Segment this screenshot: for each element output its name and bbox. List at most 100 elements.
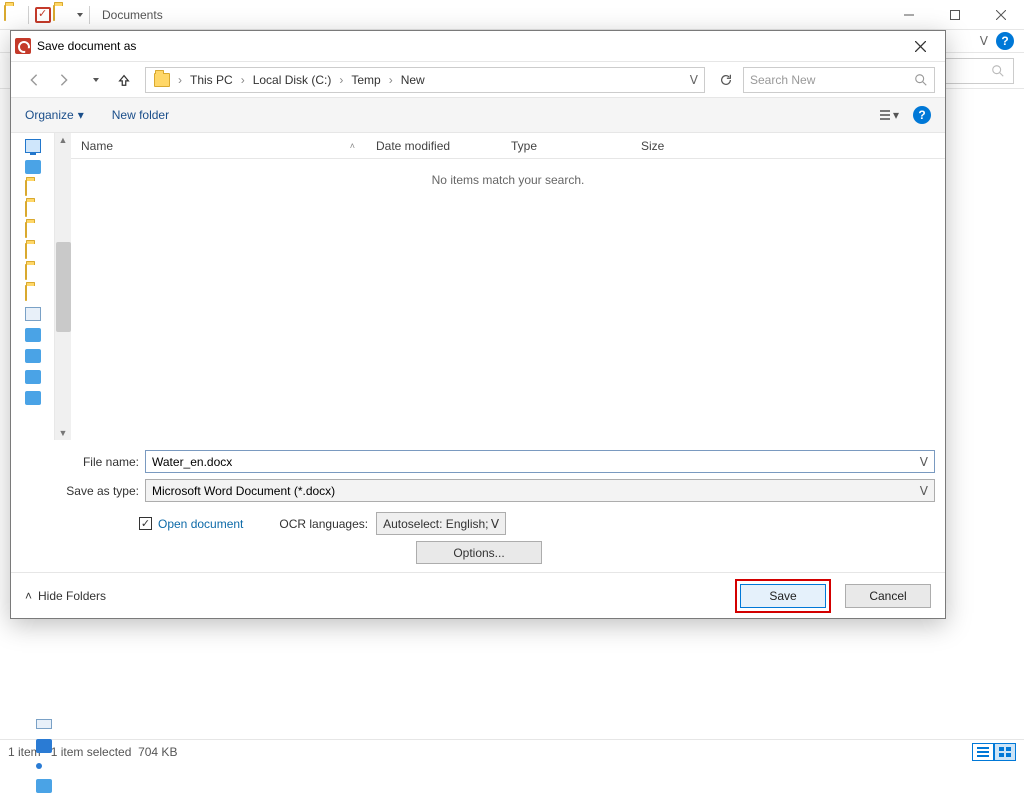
dialog-nav-row: › This PC › Local Disk (C:) › Temp › New… [11, 61, 945, 97]
help-icon[interactable]: ? [913, 106, 931, 124]
breadcrumb-dropdown-icon[interactable]: ᐯ [690, 73, 702, 87]
folder-icon[interactable] [25, 285, 27, 301]
app-icon [15, 38, 31, 54]
view-icons-button[interactable] [994, 743, 1016, 761]
nav-back-button[interactable] [21, 67, 47, 93]
close-button[interactable] [978, 0, 1024, 30]
nav-recent-dropdown[interactable] [81, 67, 107, 93]
sort-asc-icon: ˄ [350, 141, 355, 151]
save-type-select[interactable]: Microsoft Word Document (*.docx) ᐯ [145, 479, 935, 502]
file-area: ▲ ▼ Name˄ Date modified Type Size No ite… [11, 133, 945, 440]
folder-icon [4, 6, 22, 24]
file-name-input[interactable]: Water_en.docx ᐯ [145, 450, 935, 473]
column-type[interactable]: Type [501, 133, 631, 158]
scroll-down-icon[interactable]: ▼ [59, 426, 68, 440]
view-mode-dropdown[interactable]: ▾ [880, 108, 899, 122]
hide-folders-toggle[interactable]: ˄ Hide Folders [25, 589, 106, 603]
quick-access-dropdown-icon[interactable] [77, 13, 83, 17]
column-name[interactable]: Name˄ [71, 133, 366, 158]
separator [89, 6, 90, 24]
column-date[interactable]: Date modified [366, 133, 501, 158]
tree-item-icon[interactable] [25, 349, 41, 363]
properties-quickaccess-icon[interactable] [35, 7, 51, 23]
tree-icons-background-lower [36, 719, 56, 793]
explorer-titlebar: Documents [0, 0, 1024, 30]
chevron-right-icon[interactable]: › [239, 73, 247, 87]
folder-icon [53, 6, 71, 24]
search-placeholder: Search New [750, 73, 815, 87]
minimize-button[interactable] [886, 0, 932, 30]
folder-icon [148, 68, 176, 92]
dialog-toolbar: Organize▾ New folder ▾ ? [11, 97, 945, 133]
tree-item-icon[interactable] [25, 160, 41, 174]
breadcrumb-segment[interactable]: New [395, 68, 431, 92]
folder-icon[interactable] [25, 264, 27, 280]
status-size: 704 KB [138, 745, 177, 759]
save-type-value: Microsoft Word Document (*.docx) [152, 484, 335, 498]
save-button-highlight: Save [735, 579, 831, 613]
filename-fields: File name: Water_en.docx ᐯ Save as type:… [11, 440, 945, 508]
file-listing: Name˄ Date modified Type Size No items m… [71, 133, 945, 440]
monitor-icon[interactable] [25, 139, 41, 153]
options-button[interactable]: Options... [416, 541, 542, 564]
column-size[interactable]: Size [631, 133, 716, 158]
chevron-down-icon[interactable]: ᐯ [491, 517, 499, 531]
chevron-right-icon[interactable]: › [337, 73, 345, 87]
ocr-lang-value: Autoselect: English; G [383, 517, 491, 531]
breadcrumb-segment[interactable]: Local Disk (C:) [247, 68, 338, 92]
chevron-up-icon: ˄ [25, 589, 32, 603]
scroll-thumb[interactable] [56, 242, 71, 332]
new-folder-button[interactable]: New folder [112, 108, 169, 122]
breadcrumb-segment[interactable]: Temp [345, 68, 386, 92]
save-button[interactable]: Save [740, 584, 826, 608]
tree-item-icon[interactable] [25, 370, 41, 384]
dialog-close-button[interactable] [899, 31, 941, 61]
organize-menu[interactable]: Organize▾ [25, 108, 84, 122]
dialog-titlebar: Save document as [11, 31, 945, 61]
search-icon [914, 73, 928, 87]
scroll-up-icon[interactable]: ▲ [59, 133, 68, 147]
ocr-lang-select[interactable]: Autoselect: English; G ᐯ [376, 512, 506, 535]
refresh-button[interactable] [713, 67, 739, 93]
nav-tree[interactable] [11, 133, 54, 440]
column-headers: Name˄ Date modified Type Size [71, 133, 945, 159]
breadcrumb-bar[interactable]: › This PC › Local Disk (C:) › Temp › New… [145, 67, 705, 93]
nav-forward-button[interactable] [51, 67, 77, 93]
view-details-button[interactable] [972, 743, 994, 761]
drive-icon[interactable] [25, 307, 41, 321]
chevron-down-icon[interactable]: ᐯ [920, 455, 928, 469]
breadcrumb-segment[interactable]: This PC [184, 68, 239, 92]
help-icon[interactable]: ? [996, 32, 1014, 50]
maximize-button[interactable] [932, 0, 978, 30]
open-document-label: Open document [158, 517, 243, 531]
tree-item-icon[interactable] [25, 328, 41, 342]
folder-icon[interactable] [25, 180, 27, 196]
tree-scrollbar[interactable]: ▲ ▼ [54, 133, 71, 440]
dialog-search-input[interactable]: Search New [743, 67, 935, 93]
options-row: ✓ Open document OCR languages: Autoselec… [11, 508, 945, 537]
open-document-checkbox[interactable]: ✓ Open document [139, 517, 243, 531]
chevron-down-icon[interactable]: ᐯ [920, 484, 928, 498]
ribbon-expand-chevron-icon[interactable]: ᐯ [980, 34, 988, 48]
nav-up-button[interactable] [111, 67, 137, 93]
save-as-dialog: Save document as › This PC › Local Disk … [10, 30, 946, 619]
chevron-right-icon[interactable]: › [176, 73, 184, 87]
save-type-label: Save as type: [21, 484, 139, 498]
folder-icon[interactable] [25, 243, 27, 259]
tree-item-icon [36, 763, 42, 769]
cancel-button[interactable]: Cancel [845, 584, 931, 608]
separator [28, 6, 29, 24]
tree-item-icon [36, 739, 52, 753]
tree-item-icon[interactable] [25, 391, 41, 405]
search-icon [991, 64, 1005, 78]
folder-icon[interactable] [25, 222, 27, 238]
ocr-lang-label: OCR languages: [279, 517, 368, 531]
chevron-right-icon[interactable]: › [387, 73, 395, 87]
explorer-statusbar: 1 item 1 item selected 704 KB [0, 739, 1024, 763]
file-name-label: File name: [21, 455, 139, 469]
checkbox-icon: ✓ [139, 517, 152, 530]
list-view-icon [880, 110, 890, 120]
empty-state-text: No items match your search. [71, 159, 945, 440]
folder-icon[interactable] [25, 201, 27, 217]
dialog-bottom-bar: ˄ Hide Folders Save Cancel [11, 572, 945, 618]
